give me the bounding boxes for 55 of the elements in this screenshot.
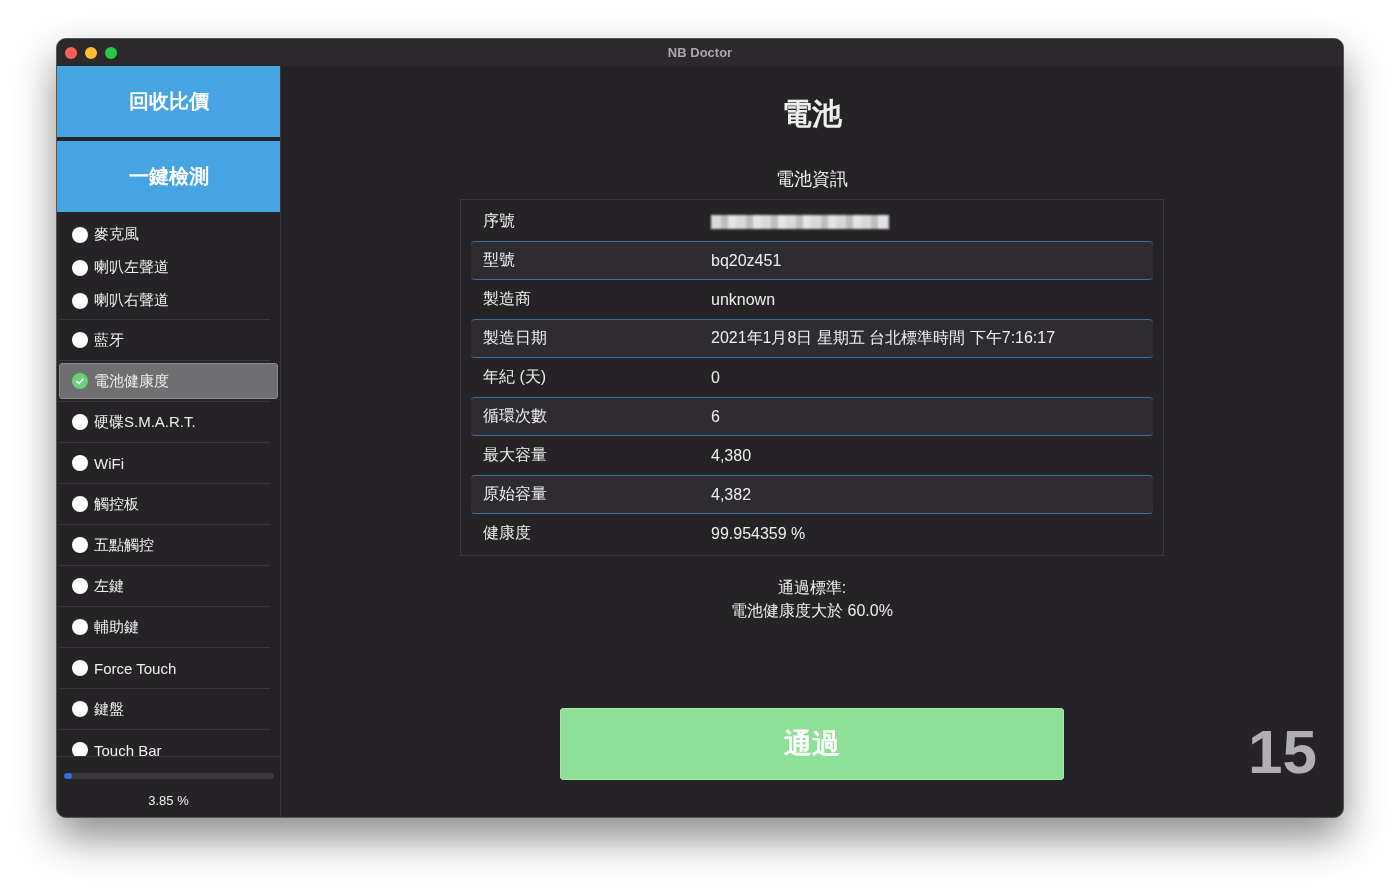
- row-value: bq20z451: [711, 251, 782, 270]
- row-label: 最大容量: [483, 445, 548, 465]
- test-label: WiFi: [94, 454, 124, 472]
- test-label: 藍牙: [94, 330, 124, 350]
- test-item[interactable]: WiFi: [59, 445, 278, 481]
- row-label: 序號: [483, 211, 516, 231]
- row-label: 製造日期: [483, 328, 548, 348]
- test-item[interactable]: Force Touch: [59, 650, 278, 686]
- test-item[interactable]: 電池健康度: [59, 363, 278, 399]
- test-label: 輔助鍵: [94, 617, 139, 637]
- test-label: 喇叭左聲道: [94, 258, 169, 277]
- test-label: 喇叭右聲道: [94, 291, 169, 310]
- test-item[interactable]: 觸控板: [59, 486, 278, 522]
- close-button[interactable]: [65, 46, 77, 59]
- test-item[interactable]: 鍵盤: [59, 691, 278, 727]
- test-label: 鍵盤: [94, 699, 124, 719]
- minimize-button[interactable]: [85, 46, 97, 59]
- test-label: 硬碟S.M.A.R.T.: [94, 412, 196, 432]
- row-value: 4,380: [711, 446, 752, 465]
- row-value: 99.954359 %: [711, 524, 806, 543]
- row-value: 2021年1月8日 星期五 台北標準時間 下午7:16:17: [711, 328, 1056, 348]
- test-label: 觸控板: [94, 494, 139, 514]
- test-item[interactable]: 藍牙: [59, 322, 278, 358]
- test-item[interactable]: 麥克風: [59, 218, 278, 251]
- progress-reading: 3.85 %: [148, 793, 189, 808]
- row-label: 循環次數: [483, 406, 548, 426]
- test-item[interactable]: Touch Bar: [59, 732, 278, 756]
- test-item[interactable]: 左鍵: [59, 568, 278, 604]
- row-label: 型號: [483, 250, 516, 270]
- test-label: 麥克風: [94, 225, 139, 244]
- row-value: 0: [711, 368, 720, 387]
- window-title: NB Doctor: [667, 45, 733, 60]
- test-counter: 15: [1248, 716, 1317, 787]
- row-value: unknown: [711, 290, 776, 309]
- test-label: Force Touch: [94, 659, 177, 677]
- test-label: 五點觸控: [94, 535, 154, 555]
- criteria-text: 電池健康度大於 60.0%: [731, 601, 893, 621]
- page-title: 電池: [782, 96, 842, 132]
- test-item[interactable]: 硬碟S.M.A.R.T.: [59, 404, 278, 440]
- row-label: 原始容量: [483, 484, 548, 504]
- test-item[interactable]: 喇叭右聲道: [59, 284, 278, 317]
- row-value: 6: [711, 407, 720, 426]
- row-value: 4,382: [711, 485, 752, 504]
- row-label: 健康度: [483, 523, 532, 543]
- test-item[interactable]: 輔助鍵: [59, 609, 278, 645]
- zoom-button[interactable]: [105, 46, 117, 59]
- test-item[interactable]: 五點觸控: [59, 527, 278, 563]
- test-label: Touch Bar: [94, 741, 162, 756]
- row-label: 年紀 (天): [483, 367, 548, 387]
- test-label: 左鍵: [94, 576, 124, 596]
- criteria-text: 通過標準:: [776, 578, 848, 598]
- test-label: 電池健康度: [94, 371, 169, 391]
- row-label: 製造商: [483, 289, 532, 309]
- section-title: 電池資訊: [776, 168, 848, 191]
- test-item[interactable]: 喇叭左聲道: [59, 251, 278, 284]
